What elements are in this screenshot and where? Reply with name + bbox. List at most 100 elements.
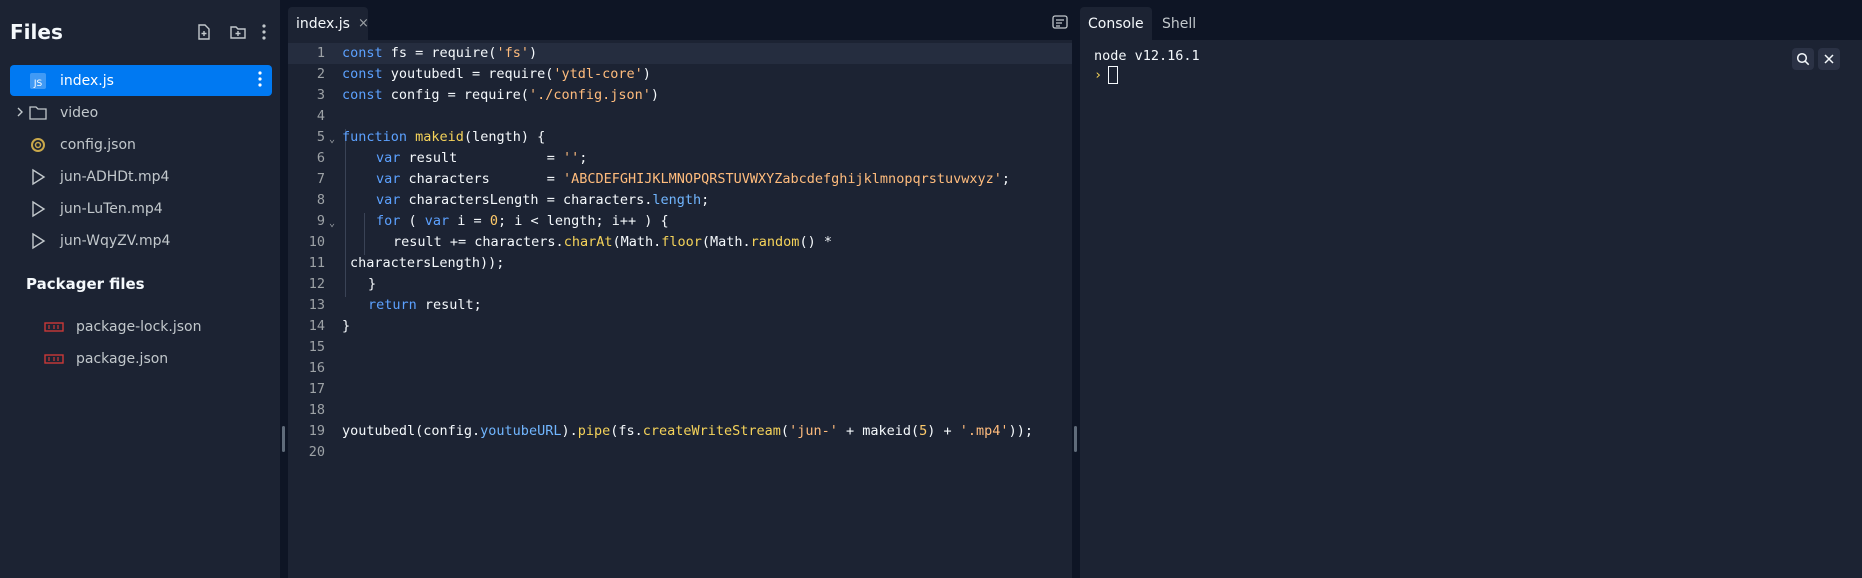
tab-shell[interactable]: Shell — [1154, 7, 1204, 40]
sidebar-resize-handle[interactable] — [282, 426, 285, 452]
search-icon[interactable] — [1792, 48, 1814, 70]
code-text: } — [342, 318, 351, 334]
code-line: 1 const fs = require('fs') — [288, 43, 1072, 64]
console-output[interactable]: node v12.16.1 › — [1094, 48, 1862, 84]
code-line: 10 result += characters.charAt(Math.floor… — [288, 232, 1072, 253]
line-number: 10 — [308, 234, 325, 250]
package-icon — [44, 354, 66, 364]
code-text: for ( var i = 0; i < length; i++ ) { — [376, 213, 669, 229]
file-name: jun-LuTen.mp4 — [60, 200, 163, 217]
play-icon — [26, 229, 50, 253]
line-number: 15 — [308, 339, 325, 355]
file-menu-icon[interactable] — [258, 71, 264, 91]
code-text: youtubedl(config.youtubeURL).pipe(fs.cre… — [342, 423, 1033, 439]
code-line: 12} — [288, 274, 1072, 295]
line-number: 2 — [316, 66, 325, 82]
file-name: jun-WqyZV.mp4 — [60, 232, 171, 249]
line-number: 8 — [316, 192, 325, 208]
code-line: 9 ⌄ for ( var i = 0; i < length; i++ ) { — [288, 211, 1072, 232]
line-number: 9 — [316, 213, 325, 229]
line-number: 3 — [316, 87, 325, 103]
file-explorer: Files JS index.js video config.json jun-… — [0, 0, 280, 578]
text-cursor — [1108, 66, 1119, 84]
line-number: 12 — [308, 276, 325, 292]
file-name: package-lock.json — [76, 319, 202, 335]
line-number: 16 — [308, 360, 325, 376]
folder-icon — [26, 101, 50, 125]
line-number: 13 — [308, 297, 325, 313]
code-text: } — [368, 276, 377, 292]
file-item-jun-wqyzv-mp4[interactable]: jun-WqyZV.mp4 — [10, 225, 272, 256]
code-line: 5 ⌄ function makeid(length) { — [288, 127, 1072, 148]
code-line: 7 var characters = 'ABCDEFGHIJKLMNOPQRSTU… — [288, 169, 1072, 190]
close-icon[interactable] — [1818, 48, 1840, 70]
play-icon — [26, 165, 50, 189]
line-number: 7 — [316, 171, 325, 187]
new-file-icon[interactable] — [194, 22, 214, 42]
editor-tabbar: index.js × — [288, 0, 1072, 40]
files-header: Files — [10, 18, 270, 48]
tab-label: index.js — [296, 15, 350, 32]
format-icon[interactable] — [1052, 14, 1070, 30]
fold-arrow-icon[interactable]: ⌄ — [329, 129, 335, 150]
line-number: 14 — [308, 318, 325, 334]
line-number: 18 — [308, 402, 325, 418]
file-name: video — [60, 104, 99, 121]
code-line: 2 const youtubedl = require('ytdl-core') — [288, 64, 1072, 85]
code-text: var charactersLength = characters.length… — [376, 192, 710, 208]
code-text: var characters = 'ABCDEFGHIJKLMNOPQRSTUV… — [376, 171, 1010, 187]
file-name: jun-ADHDt.mp4 — [60, 168, 170, 185]
line-number: 1 — [316, 45, 325, 61]
file-item-package-json[interactable]: package.json — [44, 347, 168, 371]
code-line: 18 — [288, 400, 1072, 421]
editor-resize-handle[interactable] — [1074, 426, 1077, 452]
console-panel[interactable]: Console Shell node v12.16.1 › — [1080, 0, 1862, 578]
chevron-right-icon[interactable] — [12, 104, 28, 120]
new-folder-icon[interactable] — [228, 22, 248, 42]
file-item-jun-luten-mp4[interactable]: jun-LuTen.mp4 — [10, 193, 272, 224]
code-line: 11 charactersLength)); — [288, 253, 1072, 274]
code-line: 4 — [288, 106, 1072, 127]
prompt-icon: › — [1094, 67, 1103, 83]
files-title: Files — [10, 20, 63, 44]
code-area[interactable]: 1 const fs = require('fs') 2 const youtube… — [288, 43, 1072, 463]
code-line: 20 — [288, 442, 1072, 463]
line-number: 6 — [316, 150, 325, 166]
tab-console[interactable]: Console — [1080, 7, 1152, 40]
close-icon[interactable]: × — [358, 16, 369, 31]
code-line: 19 youtubedl(config.youtubeURL).pipe(fs.c… — [288, 421, 1072, 442]
code-text: function makeid(length) { — [342, 129, 546, 145]
code-text: const config = require('./config.json') — [342, 87, 660, 103]
file-name: index.js — [60, 72, 114, 89]
line-number: 5 — [316, 129, 325, 145]
line-number: 11 — [308, 255, 325, 271]
svg-text:JS: JS — [33, 79, 43, 89]
file-item-index-js[interactable]: JS index.js — [10, 65, 272, 96]
more-options-icon[interactable] — [254, 22, 274, 42]
console-tabbar: Console Shell — [1080, 0, 1862, 40]
folder-item-video[interactable]: video — [10, 97, 272, 128]
line-number: 4 — [316, 108, 325, 124]
line-number: 17 — [308, 381, 325, 397]
package-icon — [44, 322, 66, 332]
file-name: package.json — [76, 351, 169, 367]
code-line: 15 — [288, 337, 1072, 358]
code-text: const youtubedl = require('ytdl-core') — [342, 66, 651, 82]
fold-arrow-icon[interactable]: ⌄ — [329, 213, 335, 234]
play-icon — [26, 197, 50, 221]
code-line: 3 const config = require('./config.json') — [288, 85, 1072, 106]
json-file-icon — [26, 133, 50, 157]
code-line: 17 — [288, 379, 1072, 400]
code-editor[interactable]: index.js × 1 const fs = require('fs') 2 co… — [288, 0, 1072, 578]
code-text: result += characters.charAt(Math.floor(M… — [393, 234, 832, 250]
file-name: config.json — [60, 136, 136, 153]
code-text: const fs = require('fs') — [342, 45, 538, 61]
file-item-jun-adhdt-mp4[interactable]: jun-ADHDt.mp4 — [10, 161, 272, 192]
file-item-config-json[interactable]: config.json — [10, 129, 272, 160]
code-line: 8 var charactersLength = characters.lengt… — [288, 190, 1072, 211]
console-output-line: node v12.16.1 — [1094, 48, 1200, 64]
tab-index-js[interactable]: index.js × — [288, 7, 369, 40]
code-line: 13 return result; — [288, 295, 1072, 316]
file-item-package-lock-json[interactable]: package-lock.json — [44, 315, 202, 339]
code-text: var result = ''; — [376, 150, 588, 166]
